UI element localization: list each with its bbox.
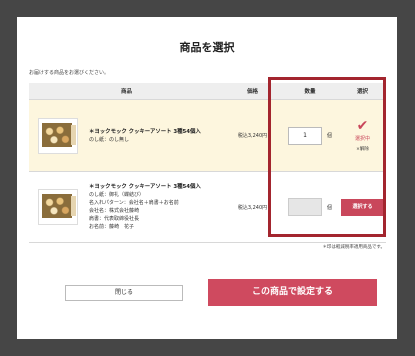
product-image	[38, 117, 78, 154]
quantity-cell: 個	[281, 171, 339, 243]
close-button[interactable]: 閉じる	[65, 285, 183, 301]
product-detail: 名入れパターン：会社名＋肩書＋お名前	[89, 200, 179, 206]
remove-link[interactable]: ×解除	[339, 146, 386, 152]
quantity-cell: 1 個	[281, 99, 339, 172]
product-detail: のし紙：のし無し	[89, 136, 130, 143]
product-image	[38, 189, 78, 225]
header-price: 価格	[224, 83, 281, 100]
product-detail: 会社名：株式会社藤崎	[89, 208, 140, 214]
product-name: ＊ヨックモック クッキーアソート 3種54個入	[89, 128, 201, 135]
product-detail: お名前：藤崎 花子	[89, 224, 135, 230]
set-product-button[interactable]: この商品で設定する	[208, 279, 377, 306]
quantity-input[interactable]: 1	[287, 126, 322, 145]
selected-label: 選択中	[354, 136, 370, 142]
table-row: ＊ヨックモック クッキーアソート 3種54個入 のし紙：のし無し 税込3,240…	[29, 99, 386, 172]
quantity-unit: 個	[326, 204, 332, 211]
price-cell: 税込3,240円	[224, 171, 281, 243]
quantity-unit: 個	[326, 133, 332, 139]
product-name: ＊ヨックモック クッキーアソート 3種54個入	[89, 184, 201, 190]
quantity-input[interactable]	[287, 198, 322, 216]
tax-note: ＊印は軽減税率適用商品です。	[322, 245, 385, 250]
modal-title: 商品を選択	[179, 41, 235, 54]
instruction-text: お届けする商品をお選びください。	[29, 70, 110, 76]
table-row: ＊ヨックモック クッキーアソート 3種54個入 のし紙：御礼（蝶結び） 名入れパ…	[29, 171, 386, 243]
header-select: 選択	[339, 83, 386, 100]
header-quantity: 数量	[281, 83, 339, 100]
checkmark-icon: ✔	[356, 118, 369, 134]
select-button[interactable]: 選択する	[340, 198, 385, 216]
select-cell: ✔ 選択中 ×解除	[339, 99, 386, 172]
product-detail: のし紙：御礼（蝶結び）	[89, 192, 145, 198]
table-header-row: 商品 価格 数量 選択	[29, 83, 386, 100]
product-cell: ＊ヨックモック クッキーアソート 3種54個入 のし紙：のし無し	[29, 99, 224, 172]
select-cell: 選択する	[339, 171, 386, 243]
product-cell: ＊ヨックモック クッキーアソート 3種54個入 のし紙：御礼（蝶結び） 名入れパ…	[29, 171, 224, 243]
header-product: 商品	[29, 83, 224, 100]
product-detail: 肩書：代表取締役社長	[89, 216, 140, 222]
price-cell: 税込3,240円	[224, 99, 281, 172]
product-table: 商品 価格 数量 選択 ＊ヨックモック クッキーアソート 3種54個入 のし紙：…	[29, 83, 386, 243]
product-select-modal: 商品を選択 お届けする商品をお選びください。 商品 価格 数量 選択 ＊ヨックモ…	[17, 17, 397, 339]
